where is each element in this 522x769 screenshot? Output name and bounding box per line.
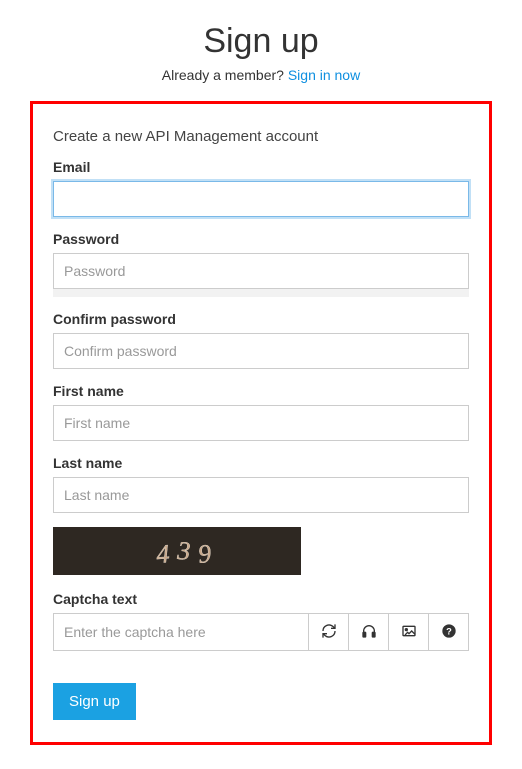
first-name-field[interactable] bbox=[53, 405, 469, 441]
svg-text:?: ? bbox=[446, 626, 452, 636]
captcha-field[interactable] bbox=[53, 613, 309, 651]
captcha-image: 4 3 9 bbox=[53, 527, 301, 575]
confirm-password-group: Confirm password bbox=[53, 311, 469, 369]
email-label: Email bbox=[53, 159, 469, 175]
sign-in-link[interactable]: Sign in now bbox=[288, 67, 360, 83]
image-icon bbox=[401, 623, 417, 642]
last-name-field[interactable] bbox=[53, 477, 469, 513]
password-group: Password bbox=[53, 231, 469, 297]
last-name-group: Last name bbox=[53, 455, 469, 513]
captcha-help-button[interactable]: ? bbox=[429, 613, 469, 651]
page-title: Sign up bbox=[0, 22, 522, 61]
first-name-label: First name bbox=[53, 383, 469, 399]
password-label: Password bbox=[53, 231, 469, 247]
svg-text:4: 4 bbox=[155, 539, 170, 569]
signup-form-container: Create a new API Management account Emai… bbox=[30, 101, 492, 745]
email-field[interactable] bbox=[53, 181, 469, 217]
refresh-icon bbox=[321, 623, 337, 642]
email-group: Email bbox=[53, 159, 469, 217]
captcha-group: Captcha text ? bbox=[53, 591, 469, 651]
captcha-label: Captcha text bbox=[53, 591, 469, 607]
last-name-label: Last name bbox=[53, 455, 469, 471]
password-strength-bar bbox=[53, 289, 469, 297]
confirm-password-label: Confirm password bbox=[53, 311, 469, 327]
first-name-group: First name bbox=[53, 383, 469, 441]
confirm-password-field[interactable] bbox=[53, 333, 469, 369]
headphones-icon bbox=[361, 623, 377, 642]
form-heading: Create a new API Management account bbox=[53, 128, 469, 145]
help-icon: ? bbox=[441, 623, 457, 642]
captcha-refresh-button[interactable] bbox=[309, 613, 349, 651]
captcha-image-button[interactable] bbox=[389, 613, 429, 651]
password-field[interactable] bbox=[53, 253, 469, 289]
captcha-audio-button[interactable] bbox=[349, 613, 389, 651]
svg-text:3: 3 bbox=[176, 536, 191, 566]
captcha-row: ? bbox=[53, 613, 469, 651]
subtitle-text: Already a member? bbox=[162, 67, 288, 83]
signup-button[interactable]: Sign up bbox=[53, 683, 136, 720]
subtitle: Already a member? Sign in now bbox=[0, 67, 522, 83]
